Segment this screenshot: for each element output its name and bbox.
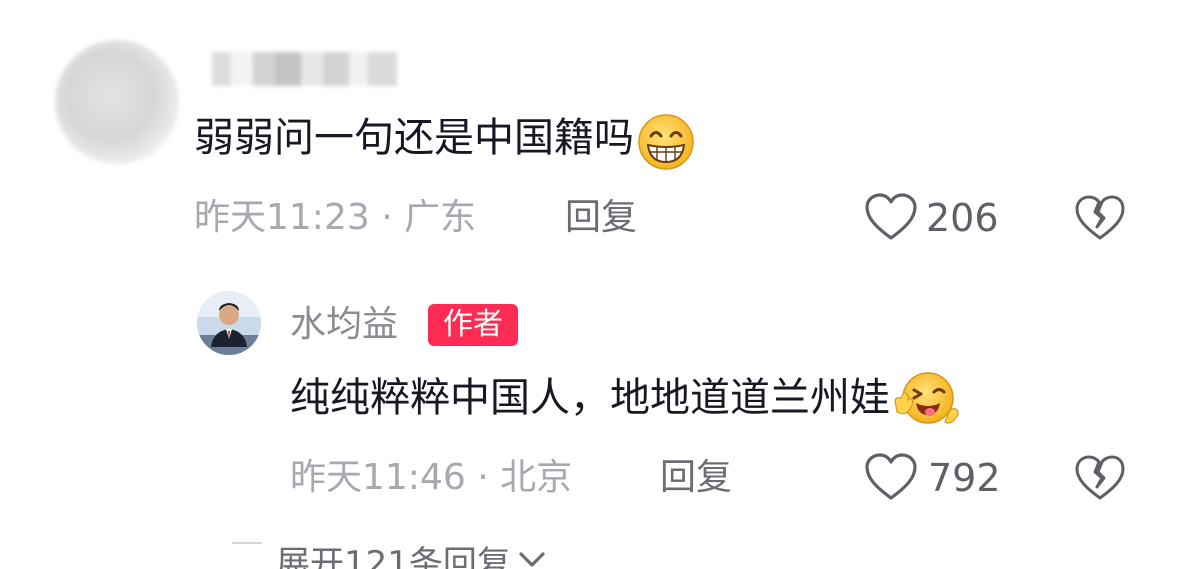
reply-meta: 昨天11:46 · 北京 <box>290 456 572 500</box>
top-comment-location: 广东 <box>404 197 477 238</box>
reply-time: 昨天11:46 <box>290 457 466 498</box>
top-comment-meta: 昨天11:23 · 广东 <box>194 196 476 240</box>
reply-location: 北京 <box>500 457 573 498</box>
top-comment-reply-button[interactable]: 回复 <box>565 196 637 240</box>
expand-divider <box>232 541 262 544</box>
reply-reply-button[interactable]: 回复 <box>660 456 732 500</box>
heart-icon[interactable] <box>864 192 918 242</box>
top-comment-text: 弱弱问一句还是中国籍吗 <box>194 115 634 161</box>
commenter-avatar-blurred[interactable] <box>55 40 179 164</box>
meta-separator: · <box>381 197 393 238</box>
reply-body: 纯纯粹粹中国人，地地道道兰州娃 <box>290 372 960 432</box>
author-avatar[interactable] <box>197 291 261 355</box>
chevron-down-icon <box>517 550 547 569</box>
reply-like-count: 792 <box>928 456 1001 500</box>
broken-heart-icon[interactable] <box>1074 194 1126 242</box>
expand-replies-button[interactable]: 展开121条回复 <box>232 538 547 569</box>
grin-emoji-icon <box>636 112 696 172</box>
author-badge: 作者 <box>428 304 518 346</box>
expand-replies-label: 展开121条回复 <box>276 544 511 569</box>
author-name[interactable]: 水均益 <box>290 303 398 347</box>
meta-separator: · <box>477 457 489 498</box>
heart-icon[interactable] <box>864 452 918 502</box>
commenter-name-blurred[interactable] <box>212 52 397 86</box>
wink-tongue-emoji-icon <box>892 370 960 432</box>
top-comment-time: 昨天11:23 <box>194 197 370 238</box>
broken-heart-icon[interactable] <box>1074 454 1126 502</box>
reply-text: 纯纯粹粹中国人，地地道道兰州娃 <box>290 375 890 421</box>
top-comment-body: 弱弱问一句还是中国籍吗 <box>194 114 696 172</box>
top-comment-like-count: 206 <box>926 196 999 240</box>
